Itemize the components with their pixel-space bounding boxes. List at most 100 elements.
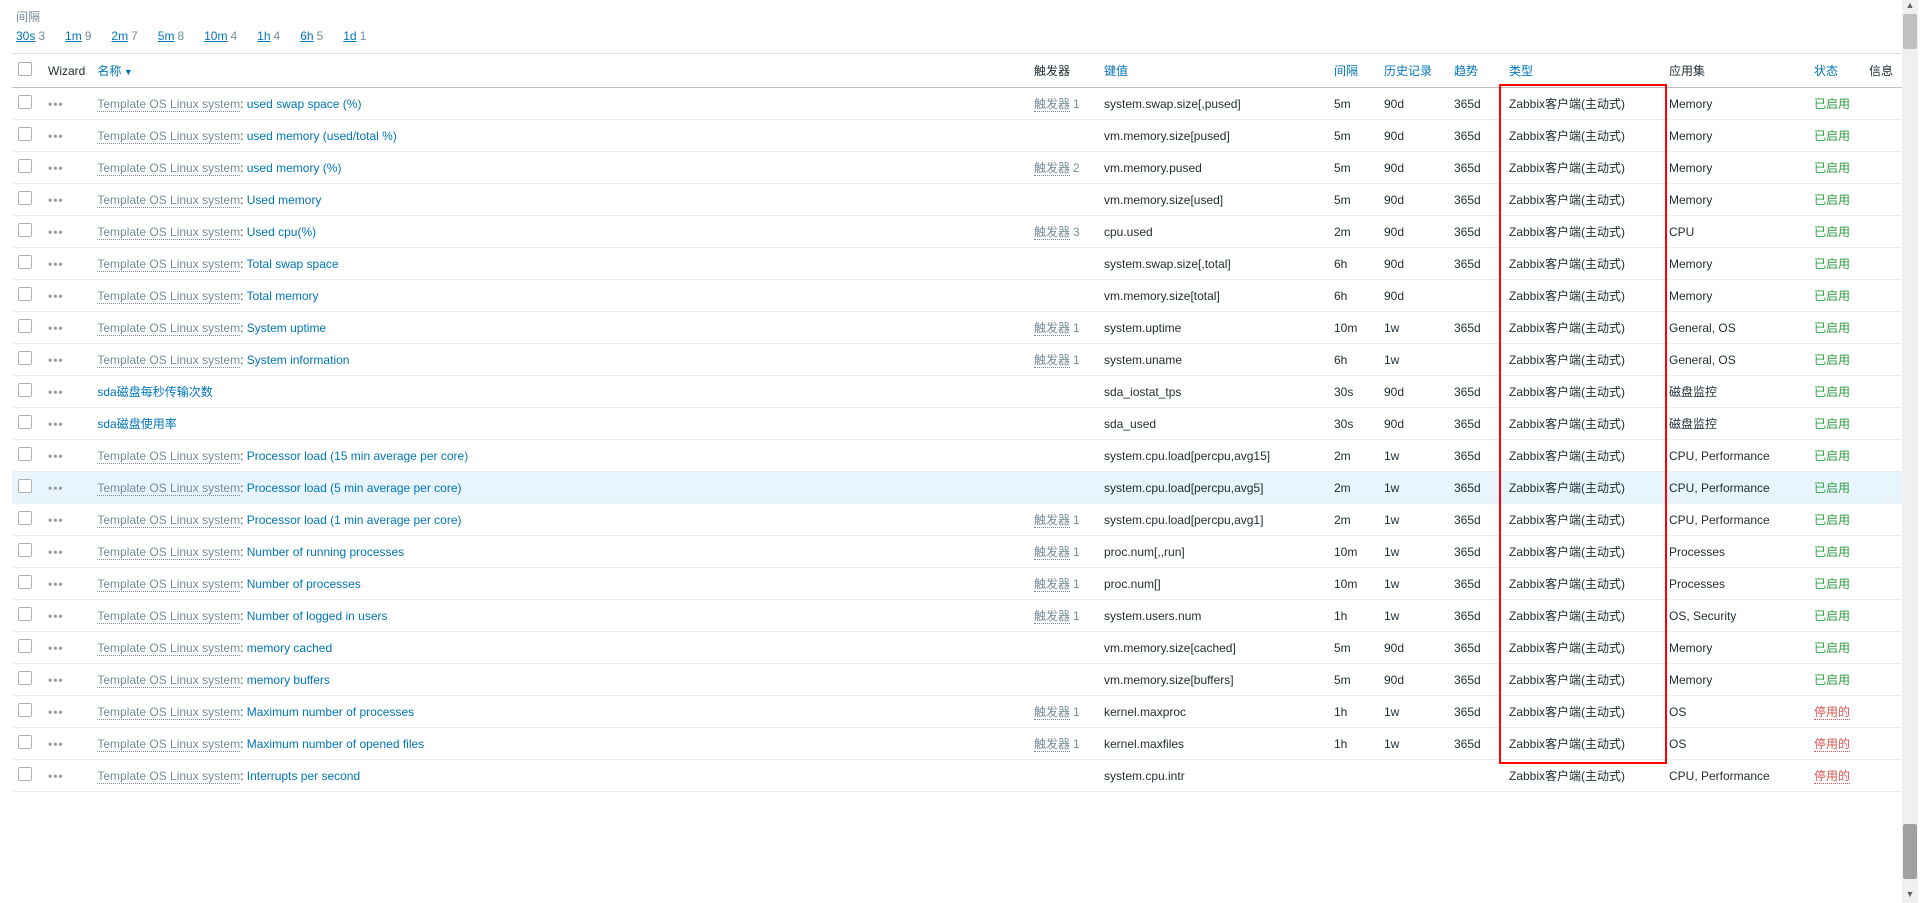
- item-name-link[interactable]: Interrupts per second: [247, 769, 360, 783]
- row-checkbox[interactable]: [18, 287, 32, 301]
- wizard-menu-icon[interactable]: •••: [48, 545, 64, 559]
- row-checkbox[interactable]: [18, 735, 32, 749]
- interval-10m[interactable]: 10m: [204, 29, 227, 43]
- status-link[interactable]: 已启用: [1814, 129, 1850, 143]
- triggers-link[interactable]: 触发器: [1034, 97, 1070, 112]
- interval-2m[interactable]: 2m: [111, 29, 128, 43]
- template-prefix[interactable]: Template OS Linux system: [97, 225, 240, 240]
- template-prefix[interactable]: Template OS Linux system: [97, 705, 240, 720]
- status-link[interactable]: 已启用: [1814, 97, 1850, 111]
- scrollbar-thumb-secondary[interactable]: [1903, 824, 1917, 879]
- triggers-link[interactable]: 触发器: [1034, 513, 1070, 528]
- item-name-link[interactable]: memory buffers: [247, 673, 330, 687]
- status-link[interactable]: 已启用: [1814, 641, 1850, 655]
- item-name-link[interactable]: Number of running processes: [247, 545, 404, 559]
- status-link[interactable]: 已启用: [1814, 225, 1850, 239]
- wizard-menu-icon[interactable]: •••: [48, 129, 64, 143]
- wizard-menu-icon[interactable]: •••: [48, 737, 64, 751]
- row-checkbox[interactable]: [18, 607, 32, 621]
- triggers-link[interactable]: 触发器: [1034, 225, 1070, 240]
- item-name-link[interactable]: Processor load (15 min average per core): [247, 449, 468, 463]
- item-name-link[interactable]: Maximum number of opened files: [247, 737, 424, 751]
- status-link[interactable]: 已启用: [1814, 609, 1850, 623]
- status-link[interactable]: 停用的: [1814, 769, 1850, 784]
- template-prefix[interactable]: Template OS Linux system: [97, 609, 240, 624]
- row-checkbox[interactable]: [18, 543, 32, 557]
- item-name-link[interactable]: memory cached: [247, 641, 332, 655]
- header-history[interactable]: 历史记录: [1384, 64, 1432, 78]
- template-prefix[interactable]: Template OS Linux system: [97, 481, 240, 496]
- scrollbar-thumb[interactable]: [1903, 14, 1917, 49]
- row-checkbox[interactable]: [18, 639, 32, 653]
- template-prefix[interactable]: Template OS Linux system: [97, 449, 240, 464]
- status-link[interactable]: 已启用: [1814, 449, 1850, 463]
- wizard-menu-icon[interactable]: •••: [48, 385, 64, 399]
- item-name-link[interactable]: Used cpu(%): [247, 225, 316, 239]
- wizard-menu-icon[interactable]: •••: [48, 353, 64, 367]
- item-name-link[interactable]: Total swap space: [247, 257, 339, 271]
- wizard-menu-icon[interactable]: •••: [48, 321, 64, 335]
- status-link[interactable]: 已启用: [1814, 321, 1850, 335]
- status-link[interactable]: 停用的: [1814, 705, 1850, 720]
- item-name-link[interactable]: Maximum number of processes: [247, 705, 414, 719]
- row-checkbox[interactable]: [18, 159, 32, 173]
- wizard-menu-icon[interactable]: •••: [48, 257, 64, 271]
- template-prefix[interactable]: Template OS Linux system: [97, 129, 240, 144]
- wizard-menu-icon[interactable]: •••: [48, 673, 64, 687]
- interval-5m[interactable]: 5m: [158, 29, 175, 43]
- row-checkbox[interactable]: [18, 767, 32, 781]
- wizard-menu-icon[interactable]: •••: [48, 193, 64, 207]
- template-prefix[interactable]: Template OS Linux system: [97, 161, 240, 176]
- header-interval[interactable]: 间隔: [1334, 64, 1358, 78]
- item-name-link[interactable]: sda磁盘每秒传输次数: [97, 385, 212, 399]
- template-prefix[interactable]: Template OS Linux system: [97, 289, 240, 304]
- template-prefix[interactable]: Template OS Linux system: [97, 257, 240, 272]
- item-name-link[interactable]: used memory (used/total %): [247, 129, 397, 143]
- template-prefix[interactable]: Template OS Linux system: [97, 353, 240, 368]
- row-checkbox[interactable]: [18, 127, 32, 141]
- header-trends[interactable]: 趋势: [1454, 64, 1478, 78]
- item-name-link[interactable]: used memory (%): [247, 161, 342, 175]
- triggers-link[interactable]: 触发器: [1034, 545, 1070, 560]
- interval-1h[interactable]: 1h: [257, 29, 270, 43]
- item-name-link[interactable]: Used memory: [247, 193, 322, 207]
- triggers-link[interactable]: 触发器: [1034, 321, 1070, 336]
- row-checkbox[interactable]: [18, 255, 32, 269]
- row-checkbox[interactable]: [18, 95, 32, 109]
- template-prefix[interactable]: Template OS Linux system: [97, 97, 240, 112]
- triggers-link[interactable]: 触发器: [1034, 705, 1070, 720]
- wizard-menu-icon[interactable]: •••: [48, 705, 64, 719]
- wizard-menu-icon[interactable]: •••: [48, 769, 64, 783]
- item-name-link[interactable]: Number of logged in users: [247, 609, 388, 623]
- status-link[interactable]: 已启用: [1814, 385, 1850, 399]
- status-link[interactable]: 已启用: [1814, 545, 1850, 559]
- wizard-menu-icon[interactable]: •••: [48, 609, 64, 623]
- wizard-menu-icon[interactable]: •••: [48, 225, 64, 239]
- item-name-link[interactable]: used swap space (%): [247, 97, 362, 111]
- template-prefix[interactable]: Template OS Linux system: [97, 641, 240, 656]
- row-checkbox[interactable]: [18, 703, 32, 717]
- row-checkbox[interactable]: [18, 447, 32, 461]
- template-prefix[interactable]: Template OS Linux system: [97, 737, 240, 752]
- status-link[interactable]: 已启用: [1814, 577, 1850, 591]
- row-checkbox[interactable]: [18, 191, 32, 205]
- triggers-link[interactable]: 触发器: [1034, 737, 1070, 752]
- template-prefix[interactable]: Template OS Linux system: [97, 673, 240, 688]
- row-checkbox[interactable]: [18, 351, 32, 365]
- wizard-menu-icon[interactable]: •••: [48, 481, 64, 495]
- triggers-link[interactable]: 触发器: [1034, 577, 1070, 592]
- status-link[interactable]: 已启用: [1814, 161, 1850, 175]
- row-checkbox[interactable]: [18, 415, 32, 429]
- row-checkbox[interactable]: [18, 511, 32, 525]
- template-prefix[interactable]: Template OS Linux system: [97, 769, 240, 784]
- triggers-link[interactable]: 触发器: [1034, 161, 1070, 176]
- item-name-link[interactable]: Number of processes: [247, 577, 361, 591]
- status-link[interactable]: 已启用: [1814, 481, 1850, 495]
- template-prefix[interactable]: Template OS Linux system: [97, 193, 240, 208]
- item-name-link[interactable]: Total memory: [247, 289, 319, 303]
- template-prefix[interactable]: Template OS Linux system: [97, 513, 240, 528]
- interval-30s[interactable]: 30s: [16, 29, 35, 43]
- item-name-link[interactable]: System information: [247, 353, 350, 367]
- item-name-link[interactable]: System uptime: [247, 321, 326, 335]
- item-name-link[interactable]: Processor load (5 min average per core): [247, 481, 462, 495]
